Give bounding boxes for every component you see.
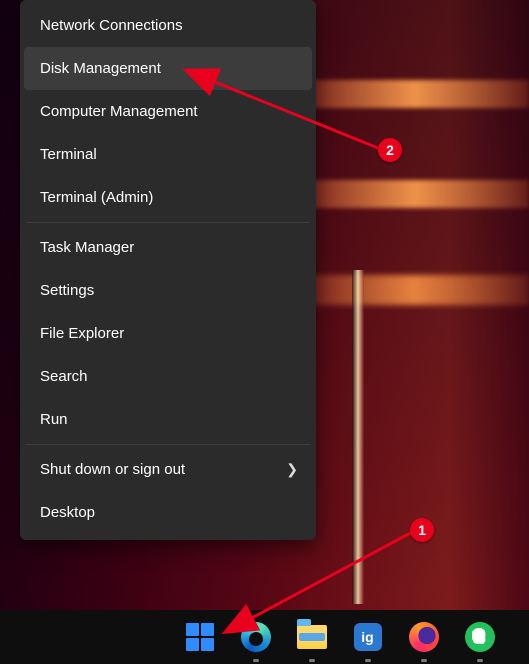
menu-item-disk-management[interactable]: Disk Management bbox=[24, 47, 312, 90]
menu-item-search[interactable]: Search bbox=[20, 355, 316, 398]
menu-separator bbox=[26, 444, 310, 445]
menu-item-label: Shut down or sign out bbox=[40, 461, 185, 478]
menu-item-terminal-admin[interactable]: Terminal (Admin) bbox=[20, 176, 316, 219]
taskbar-indicator bbox=[365, 659, 371, 662]
wallpaper-accent bbox=[352, 270, 364, 604]
menu-item-settings[interactable]: Settings bbox=[20, 269, 316, 312]
menu-item-label: Terminal (Admin) bbox=[40, 189, 153, 206]
menu-item-terminal[interactable]: Terminal bbox=[20, 133, 316, 176]
menu-item-label: Disk Management bbox=[40, 60, 161, 77]
menu-item-shutdown[interactable]: Shut down or sign out ❯ bbox=[20, 448, 316, 491]
taskbar-app-evernote[interactable] bbox=[463, 620, 497, 654]
taskbar-indicator bbox=[477, 659, 483, 662]
chevron-right-icon: ❯ bbox=[286, 461, 298, 478]
menu-item-desktop[interactable]: Desktop bbox=[20, 491, 316, 534]
taskbar-indicator bbox=[309, 659, 315, 662]
menu-item-label: Task Manager bbox=[40, 239, 134, 256]
wallpaper-glow bbox=[300, 275, 529, 305]
firefox-icon bbox=[409, 622, 439, 652]
evernote-icon bbox=[465, 622, 495, 652]
menu-item-label: Settings bbox=[40, 282, 94, 299]
taskbar: ig bbox=[0, 610, 529, 664]
annotation-badge-1: 1 bbox=[410, 518, 434, 542]
menu-item-task-manager[interactable]: Task Manager bbox=[20, 226, 316, 269]
annotation-badge-2: 2 bbox=[378, 138, 402, 162]
windows-icon bbox=[186, 623, 214, 651]
menu-item-label: Desktop bbox=[40, 504, 95, 521]
menu-item-file-explorer[interactable]: File Explorer bbox=[20, 312, 316, 355]
menu-item-computer-management[interactable]: Computer Management bbox=[20, 90, 316, 133]
ig-icon: ig bbox=[354, 623, 382, 651]
menu-item-label: Network Connections bbox=[40, 17, 183, 34]
menu-item-label: Search bbox=[40, 368, 88, 385]
menu-item-label: Run bbox=[40, 411, 68, 428]
start-button[interactable] bbox=[183, 620, 217, 654]
taskbar-indicator bbox=[253, 659, 259, 662]
menu-item-run[interactable]: Run bbox=[20, 398, 316, 441]
edge-icon bbox=[241, 622, 271, 652]
menu-item-network-connections[interactable]: Network Connections bbox=[20, 4, 316, 47]
taskbar-app-file-explorer[interactable] bbox=[295, 620, 329, 654]
menu-item-label: Terminal bbox=[40, 146, 97, 163]
taskbar-indicator bbox=[421, 659, 427, 662]
winx-context-menu: Network Connections Disk Management Comp… bbox=[20, 0, 316, 540]
taskbar-app-ig[interactable]: ig bbox=[351, 620, 385, 654]
menu-separator bbox=[26, 222, 310, 223]
menu-item-label: Computer Management bbox=[40, 103, 198, 120]
taskbar-app-edge[interactable] bbox=[239, 620, 273, 654]
menu-item-label: File Explorer bbox=[40, 325, 124, 342]
taskbar-app-firefox[interactable] bbox=[407, 620, 441, 654]
folder-icon bbox=[297, 625, 327, 649]
